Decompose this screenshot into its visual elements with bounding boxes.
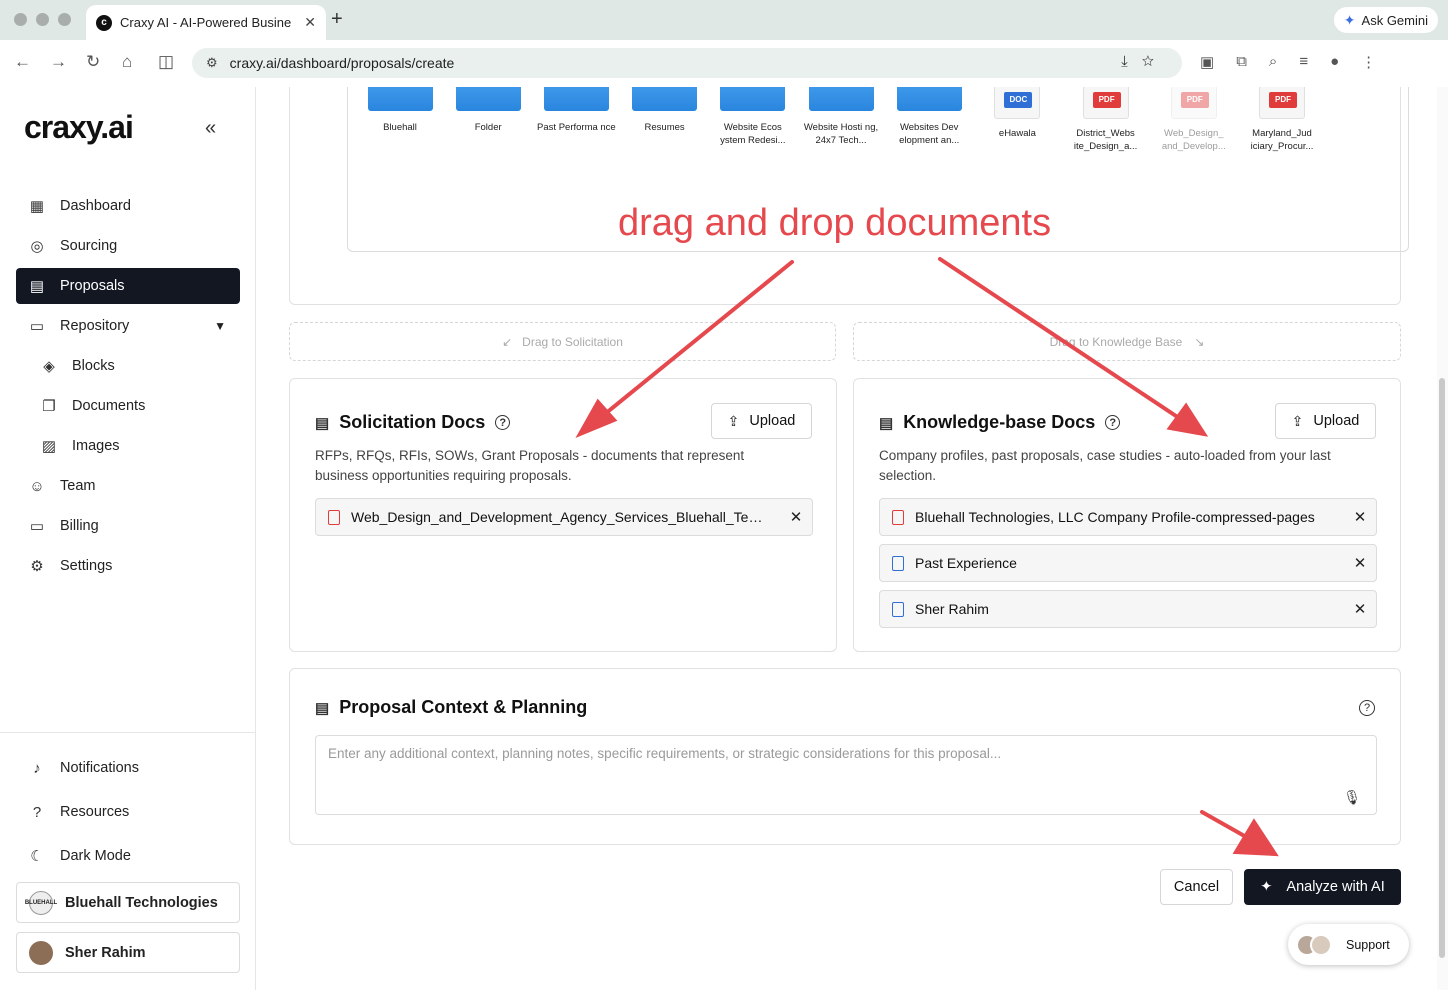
annotation-arrows — [575, 257, 1279, 857]
arrowhead — [1232, 818, 1279, 857]
arrowhead — [1166, 402, 1209, 437]
arrow-to-solicitation — [598, 260, 794, 420]
arrowhead — [575, 398, 618, 439]
arrow-to-knowledge — [938, 257, 1184, 422]
arrow-to-analyze — [1200, 810, 1250, 840]
